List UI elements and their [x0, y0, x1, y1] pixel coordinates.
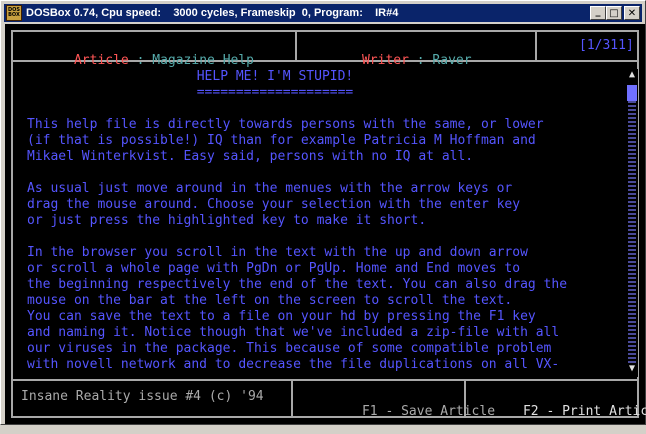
- text-line: mouse on the bar at the left on the scre…: [27, 293, 513, 308]
- text-line: [27, 229, 617, 245]
- text-line: our viruses in the package. This because…: [27, 341, 552, 356]
- text-line: In the browser you scroll in the text wi…: [27, 245, 528, 260]
- frame-left-line: [11, 30, 13, 418]
- writer-value: Raver: [432, 53, 472, 68]
- minimize-button[interactable]: _: [590, 6, 606, 20]
- text-line: (if that is possible!) IQ than for examp…: [27, 133, 536, 148]
- text-line: [27, 165, 617, 181]
- window-controls: _ □ ✕: [590, 6, 640, 20]
- scroll-down-arrow-icon[interactable]: ▼: [626, 363, 638, 375]
- article-body[interactable]: HELP ME! I'M STUPID! ===================…: [27, 69, 617, 373]
- text-line: with novell network and to decrease the …: [27, 357, 560, 372]
- maximize-icon: □: [609, 7, 619, 19]
- print-label: Print Article: [562, 404, 646, 419]
- dos-screen: Article : Magazine Help Writer : Raver […: [5, 24, 646, 424]
- save-article-option[interactable]: F1 - Save Article: [315, 389, 495, 434]
- scroll-thumb[interactable]: [627, 85, 637, 101]
- save-sep: -: [377, 404, 402, 419]
- page-counter: [1/311]: [579, 38, 634, 53]
- text-line: You can save the text to a file on your …: [27, 309, 536, 324]
- title-bar[interactable]: DOS BOX DOSBox 0.74, Cpu speed: 3000 cyc…: [4, 4, 642, 22]
- issue-info: Insane Reality issue #4 (c) '94: [21, 389, 264, 404]
- print-sep: -: [538, 404, 563, 419]
- print-article-option[interactable]: F2 - Print Article: [476, 389, 646, 434]
- text-line: drag the mouse around. Choose your selec…: [27, 197, 521, 212]
- frame-footer-divider-top: [11, 379, 639, 381]
- app-icon-label-bottom: BOX: [8, 12, 20, 18]
- writer-sep: :: [408, 53, 433, 68]
- header-separator-1: [295, 30, 297, 61]
- close-button[interactable]: ✕: [624, 6, 640, 20]
- article-heading: HELP ME! I'M STUPID!: [196, 69, 354, 84]
- text-line: and naming it. Notice though that we've …: [27, 325, 560, 340]
- article-label: Article: [73, 53, 129, 68]
- scrollbar[interactable]: ▲ ▼: [626, 69, 638, 377]
- save-key: F1: [361, 404, 378, 419]
- dosbox-window: DOS BOX DOSBox 0.74, Cpu speed: 3000 cyc…: [0, 0, 646, 425]
- print-key: F2: [522, 404, 539, 419]
- maximize-button[interactable]: □: [606, 6, 622, 20]
- window-title: DOSBox 0.74, Cpu speed: 3000 cycles, Fra…: [26, 7, 399, 19]
- writer-label: Writer: [361, 53, 409, 68]
- article-value: Magazine Help: [152, 53, 254, 68]
- close-icon: ✕: [627, 7, 637, 19]
- scroll-track[interactable]: [628, 83, 636, 363]
- text-line: This help file is directly towards perso…: [27, 117, 544, 132]
- text-line: the beginning respectively the end of th…: [27, 277, 568, 292]
- text-line: As usual just move around in the menues …: [27, 181, 513, 196]
- header-separator-2: [535, 30, 537, 61]
- text-line: or scroll a whole page with PgDn or PgUp…: [27, 261, 521, 276]
- text-line: or just press the highlighted key to mak…: [27, 213, 427, 228]
- text-line: Mikael Winterkvist. Easy said, persons w…: [27, 149, 474, 164]
- article-heading-underline: ====================: [196, 85, 354, 100]
- footer-separator-1: [291, 380, 293, 417]
- article-sep: :: [128, 53, 153, 68]
- scroll-up-arrow-icon[interactable]: ▲: [626, 69, 638, 81]
- minimize-icon: _: [595, 5, 601, 17]
- frame-top-line: [11, 30, 639, 32]
- dosbox-app-icon[interactable]: DOS BOX: [6, 5, 22, 21]
